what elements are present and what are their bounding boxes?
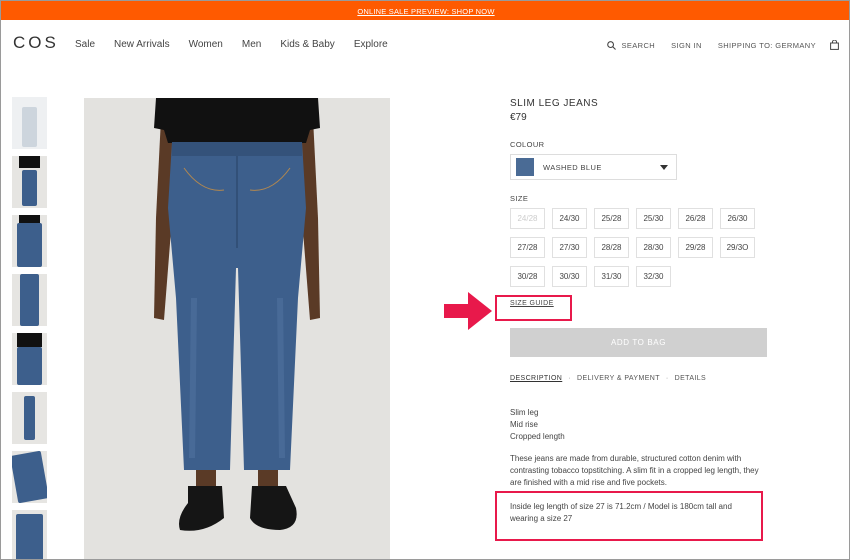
promo-banner: ONLINE SALE PREVIEW: SHOP NOW [1,1,849,20]
size-guide-highlight [495,295,572,321]
thumbnail-2[interactable] [12,156,47,208]
colour-swatch [516,158,534,176]
chevron-down-icon [660,164,668,170]
feature-item: Mid rise [510,420,539,429]
tab-delivery-payment[interactable]: DELIVERY & PAYMENT [577,375,660,382]
menu-item-men[interactable]: Men [242,39,261,50]
main-menu: Sale New Arrivals Women Men Kids & Baby … [75,39,407,50]
product-description: These jeans are made from durable, struc… [510,454,759,487]
tab-separator: · [568,375,571,382]
size-option[interactable]: 26/30 [720,208,755,229]
feature-list: Slim leg Mid rise Cropped length [510,407,772,443]
utility-nav: SEARCH SIGN IN SHIPPING TO: GERMANY [607,40,839,50]
sign-in-link[interactable]: SIGN IN [671,41,702,50]
size-option[interactable]: 28/30 [636,237,671,258]
model-wearing-jeans-illustration [84,98,390,559]
thumbnail-5[interactable] [12,333,47,385]
product-title: SLIM LEG JEANS [510,98,599,109]
menu-item-women[interactable]: Women [189,39,223,50]
size-grid: 24/28 24/30 25/28 25/30 26/28 26/30 27/28 27/30… [510,208,770,287]
bag-icon[interactable] [830,40,839,50]
thumbnail-list [12,97,48,559]
size-option[interactable]: 27/28 [510,237,545,258]
thumbnail-1[interactable] [12,97,47,149]
size-option[interactable]: 29/28 [678,237,713,258]
logo[interactable]: COS [13,33,59,53]
size-option[interactable]: 24/30 [552,208,587,229]
size-option[interactable]: 28/28 [594,237,629,258]
tab-description[interactable]: DESCRIPTION [510,375,562,382]
promo-link[interactable]: ONLINE SALE PREVIEW: SHOP NOW [357,7,494,16]
tab-separator: · [665,375,669,382]
size-option[interactable]: 26/28 [678,208,713,229]
product-info: SLIM LEG JEANS €79 COLOUR WASHED BLUE SI… [510,98,770,523]
add-to-bag-button[interactable]: ADD TO BAG [510,328,767,357]
size-option[interactable]: 32/30 [636,266,671,287]
menu-item-new-arrivals[interactable]: New Arrivals [114,39,170,50]
feature-item: Cropped length [510,432,565,441]
inseam-highlight [495,491,763,541]
info-tabs: DESCRIPTION · DELIVERY & PAYMENT · DETAI… [510,375,706,382]
colour-select[interactable]: WASHED BLUE [510,154,677,180]
menu-item-kids-baby[interactable]: Kids & Baby [280,39,334,50]
search-button[interactable]: SEARCH [607,41,655,50]
search-icon [607,40,617,50]
thumbnail-6[interactable] [12,392,47,444]
page-frame: ONLINE SALE PREVIEW: SHOP NOW COS Sale N… [0,0,850,560]
menu-item-explore[interactable]: Explore [354,39,388,50]
size-option[interactable]: 30/30 [552,266,587,287]
size-option[interactable]: 27/30 [552,237,587,258]
thumbnail-7[interactable] [12,451,47,503]
product-price: €79 [510,112,527,123]
thumbnail-3[interactable] [12,215,47,267]
size-option[interactable]: 25/28 [594,208,629,229]
colour-value: WASHED BLUE [543,162,602,172]
size-option[interactable]: 25/30 [636,208,671,229]
product-image[interactable] [84,98,390,559]
top-nav: COS Sale New Arrivals Women Men Kids & B… [1,20,849,68]
size-option[interactable]: 24/28 [510,208,545,229]
search-label: SEARCH [621,40,656,50]
menu-item-sale[interactable]: Sale [75,39,95,50]
thumbnail-8[interactable] [12,510,47,559]
arrow-right-icon [444,292,492,330]
shipping-country-link[interactable]: SHIPPING TO: GERMANY [718,41,816,50]
size-option[interactable]: 30/28 [510,266,545,287]
size-option[interactable]: 31/30 [594,266,629,287]
size-option[interactable]: 29/3O [720,237,755,258]
thumbnail-4[interactable] [12,274,47,326]
colour-label: COLOUR [510,140,545,149]
feature-item: Slim leg [510,408,539,417]
size-label: SIZE [510,194,529,203]
tab-details[interactable]: DETAILS [675,375,706,382]
